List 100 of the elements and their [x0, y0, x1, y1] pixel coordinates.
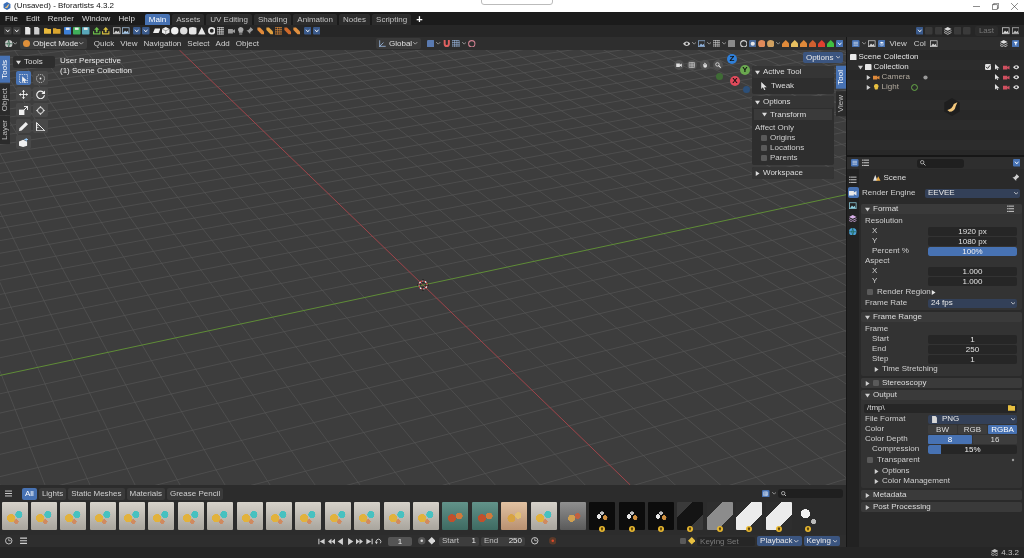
triangle-icon[interactable] — [16, 59, 21, 65]
number-field[interactable]: 1.000 — [928, 266, 1017, 276]
menu-item[interactable]: View — [117, 39, 141, 48]
properties-tab[interactable] — [847, 174, 859, 185]
caret-icon[interactable] — [915, 27, 924, 35]
cube-icon[interactable] — [162, 27, 170, 35]
layers-icon[interactable] — [877, 39, 885, 48]
asset-thumbnail[interactable] — [89, 502, 116, 530]
workspace-tab[interactable]: UV Editing — [206, 14, 252, 25]
keying-set-field[interactable]: Keying Set — [697, 536, 756, 546]
eye-icon[interactable] — [1012, 63, 1019, 71]
eye-icon[interactable] — [1012, 73, 1019, 81]
sidebar-tab[interactable]: Tool — [836, 66, 846, 89]
tool-button[interactable] — [16, 135, 31, 149]
outliner-item[interactable]: Camera — [881, 73, 910, 81]
layers-icon[interactable] — [944, 27, 952, 35]
triangle-icon[interactable] — [931, 289, 936, 295]
triangle-icon[interactable] — [865, 380, 870, 386]
asset-thumbnail[interactable] — [706, 502, 733, 530]
menu-item[interactable]: Quick — [90, 39, 118, 48]
next-keyframe-icon[interactable] — [356, 537, 363, 545]
3d-cursor-icon[interactable] — [417, 279, 429, 291]
plane-icon[interactable] — [153, 27, 161, 35]
jump-end-icon[interactable] — [365, 537, 373, 545]
diagonal-bar-icon[interactable] — [283, 27, 292, 35]
eye-icon[interactable] — [682, 39, 690, 48]
triangle-icon[interactable] — [858, 64, 863, 70]
triangle-icon[interactable] — [865, 492, 870, 498]
menu-item[interactable]: Select — [184, 39, 213, 48]
tool-button[interactable] — [16, 119, 31, 133]
list-icon[interactable] — [1006, 205, 1014, 213]
picture-icon[interactable] — [1002, 27, 1010, 35]
panel-header[interactable]: Stereoscopy — [861, 378, 1022, 388]
workspace-tab[interactable]: Assets — [172, 14, 205, 25]
tool-button[interactable] — [33, 87, 48, 101]
asset-thumbnail[interactable] — [60, 502, 87, 530]
outliner-item[interactable]: Light — [881, 83, 899, 91]
active-tool-item[interactable]: Tweak — [755, 81, 831, 91]
subpanel-header[interactable]: Time Stretching — [864, 364, 938, 374]
panel-header[interactable]: Output — [861, 390, 1022, 400]
caret-icon[interactable] — [142, 27, 150, 35]
camera-icon[interactable] — [1003, 83, 1010, 91]
axis-handle[interactable]: Y — [740, 65, 750, 75]
workspace-tab[interactable]: Animation — [293, 14, 337, 25]
panel-header[interactable]: Options — [752, 96, 834, 108]
triangle-icon[interactable] — [865, 504, 870, 510]
cylinder-icon[interactable] — [189, 27, 197, 35]
current-frame-field[interactable]: 1 — [388, 536, 412, 546]
options-dropdown[interactable]: Options — [802, 52, 843, 63]
workspace-tab[interactable]: Nodes — [338, 14, 371, 25]
square-icon[interactable] — [727, 39, 735, 48]
picture-icon[interactable] — [697, 39, 705, 48]
menu-icon[interactable] — [5, 490, 12, 497]
triangle-icon[interactable] — [865, 314, 870, 320]
number-field[interactable]: 1920 px — [928, 226, 1017, 236]
close-icon[interactable] — [1011, 2, 1018, 10]
triangle-icon[interactable] — [755, 99, 760, 105]
checkbox[interactable] — [867, 457, 873, 463]
asset-thumbnail[interactable] — [30, 502, 57, 530]
axis-handle[interactable] — [743, 86, 750, 93]
toggle-button[interactable]: 16 — [973, 434, 1017, 444]
funnel-icon[interactable] — [1011, 39, 1019, 48]
circle-icon[interactable] — [739, 39, 747, 48]
number-field[interactable]: 1 — [928, 354, 1017, 364]
side-tab[interactable]: Tools — [0, 56, 10, 83]
properties-tab[interactable] — [847, 213, 859, 224]
asset-thumbnail[interactable] — [442, 502, 469, 530]
document-icon[interactable] — [931, 415, 938, 423]
asset-thumbnail[interactable] — [266, 502, 292, 530]
menu-icon[interactable] — [19, 537, 27, 545]
grid-icon[interactable] — [687, 60, 697, 70]
number-field[interactable]: 1 — [471, 537, 476, 545]
number-field[interactable]: 250 — [508, 537, 522, 545]
path-field[interactable]: /tmp\ — [864, 403, 1017, 413]
diamond-icon[interactable] — [427, 537, 435, 545]
category-tab[interactable]: Materials — [126, 487, 165, 500]
menu-item[interactable]: Object — [232, 39, 262, 48]
picture-icon[interactable] — [1011, 27, 1019, 35]
outliner-item[interactable]: Scene Collection — [858, 53, 919, 61]
triangle-icon[interactable] — [866, 74, 871, 80]
dropdown[interactable]: 24 fps — [928, 298, 1017, 308]
asset-thumbnail[interactable] — [207, 502, 234, 530]
camera-icon[interactable] — [227, 27, 236, 35]
picture-icon[interactable] — [122, 27, 130, 35]
loop-icon[interactable] — [375, 537, 382, 545]
globe-icon[interactable] — [5, 39, 13, 48]
menu-dropdown[interactable]: Playback — [757, 536, 802, 546]
panel-header[interactable]: Format — [861, 204, 1022, 214]
panel-header[interactable]: Post Processing — [861, 502, 1022, 512]
caret-icon[interactable] — [133, 27, 141, 35]
panel-header[interactable]: Metadata — [861, 490, 1022, 500]
category-tab[interactable]: Static Meshes — [68, 487, 125, 500]
workspace-tab[interactable]: Shading — [254, 14, 292, 25]
tool-button[interactable] — [16, 103, 31, 117]
asset-thumbnail[interactable] — [648, 502, 675, 530]
triangle-icon[interactable] — [866, 84, 871, 90]
caret-icon[interactable] — [835, 39, 843, 48]
triangle-icon[interactable] — [874, 468, 879, 474]
axis-handle[interactable]: Z — [727, 54, 737, 64]
asset-thumbnail[interactable] — [559, 502, 586, 530]
